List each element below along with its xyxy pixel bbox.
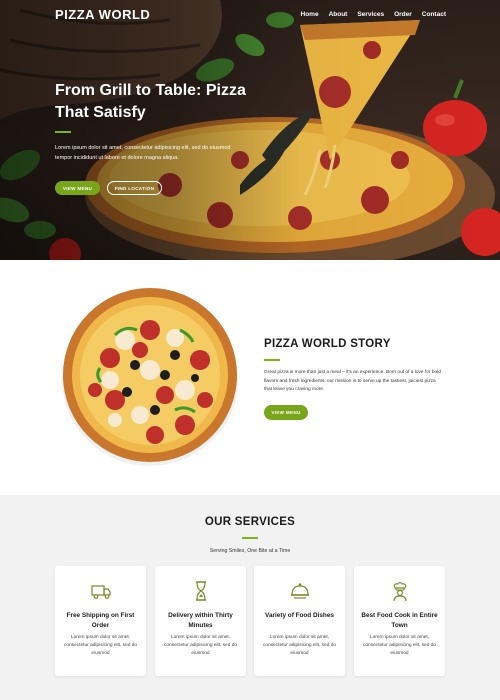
service-card-shipping: Free Shipping on First Order Lorem ipsum… xyxy=(55,566,146,676)
food-cloche-icon xyxy=(291,583,309,599)
service-card-text: Lorem ipsum dolor sit amet, consectetur … xyxy=(262,635,337,657)
services-subtitle: Serving Smiles, One Bite at a Time xyxy=(209,548,291,554)
service-card-title: Variety of Food Dishes xyxy=(265,612,334,619)
service-card-text: Lorem ipsum dolor sit amet, consectetur … xyxy=(362,635,437,657)
service-card-chef: Best Food Cook in Entire Town Lorem ipsu… xyxy=(354,566,445,676)
services-divider xyxy=(242,537,258,539)
service-card-delivery: Delivery within Thirty Minutes Lorem ips… xyxy=(155,566,246,676)
nav-about[interactable]: About xyxy=(329,11,348,18)
hero-section: PIZZA WORLD Home About Services Order Co… xyxy=(0,0,500,260)
delivery-truck-icon xyxy=(91,585,111,599)
service-card-text: Lorem ipsum dolor sit amet, consectetur … xyxy=(63,635,138,657)
story-description: Great pizza is more than just a meal – i… xyxy=(264,370,441,393)
story-title: PIZZA WORLD STORY xyxy=(264,338,391,350)
hero-view-menu-button[interactable]: VIEW MENU xyxy=(55,181,100,195)
service-card-text: Lorem ipsum dolor sit amet, consectetur … xyxy=(163,635,238,657)
service-card-title: Delivery within Thirty Minutes xyxy=(168,612,233,629)
main-nav: Home About Services Order Contact xyxy=(301,11,447,18)
chef-icon xyxy=(393,581,407,602)
hourglass-icon xyxy=(196,581,206,601)
service-card-title: Free Shipping on First Order xyxy=(66,612,135,629)
hero-overlay xyxy=(0,0,500,260)
service-card-title: Best Food Cook in Entire Town xyxy=(361,612,438,629)
nav-services[interactable]: Services xyxy=(357,11,384,18)
brand-logo[interactable]: PIZZA WORLD xyxy=(55,7,150,22)
services-title: OUR SERVICES xyxy=(204,516,296,528)
nav-contact[interactable]: Contact xyxy=(422,11,446,18)
hero-title: From Grill to Table: Pizza That Satisfy xyxy=(55,82,246,121)
nav-order[interactable]: Order xyxy=(394,11,412,18)
nav-home[interactable]: Home xyxy=(301,11,319,18)
hero-divider xyxy=(55,131,71,133)
story-pizza-image xyxy=(62,288,238,466)
find-location-button[interactable]: FIND LOCATION xyxy=(107,181,162,195)
story-view-menu-button[interactable]: VIEW MENU xyxy=(264,405,308,420)
story-section: PIZZA WORLD STORY Great pizza is more th… xyxy=(0,260,500,495)
story-divider xyxy=(264,359,280,361)
hero-description: Lorem ipsum dolor sit amet, consectetur … xyxy=(55,145,231,161)
services-section: OUR SERVICES Serving Smiles, One Bite at… xyxy=(0,495,500,700)
service-card-variety: Variety of Food Dishes Lorem ipsum dolor… xyxy=(254,566,345,676)
